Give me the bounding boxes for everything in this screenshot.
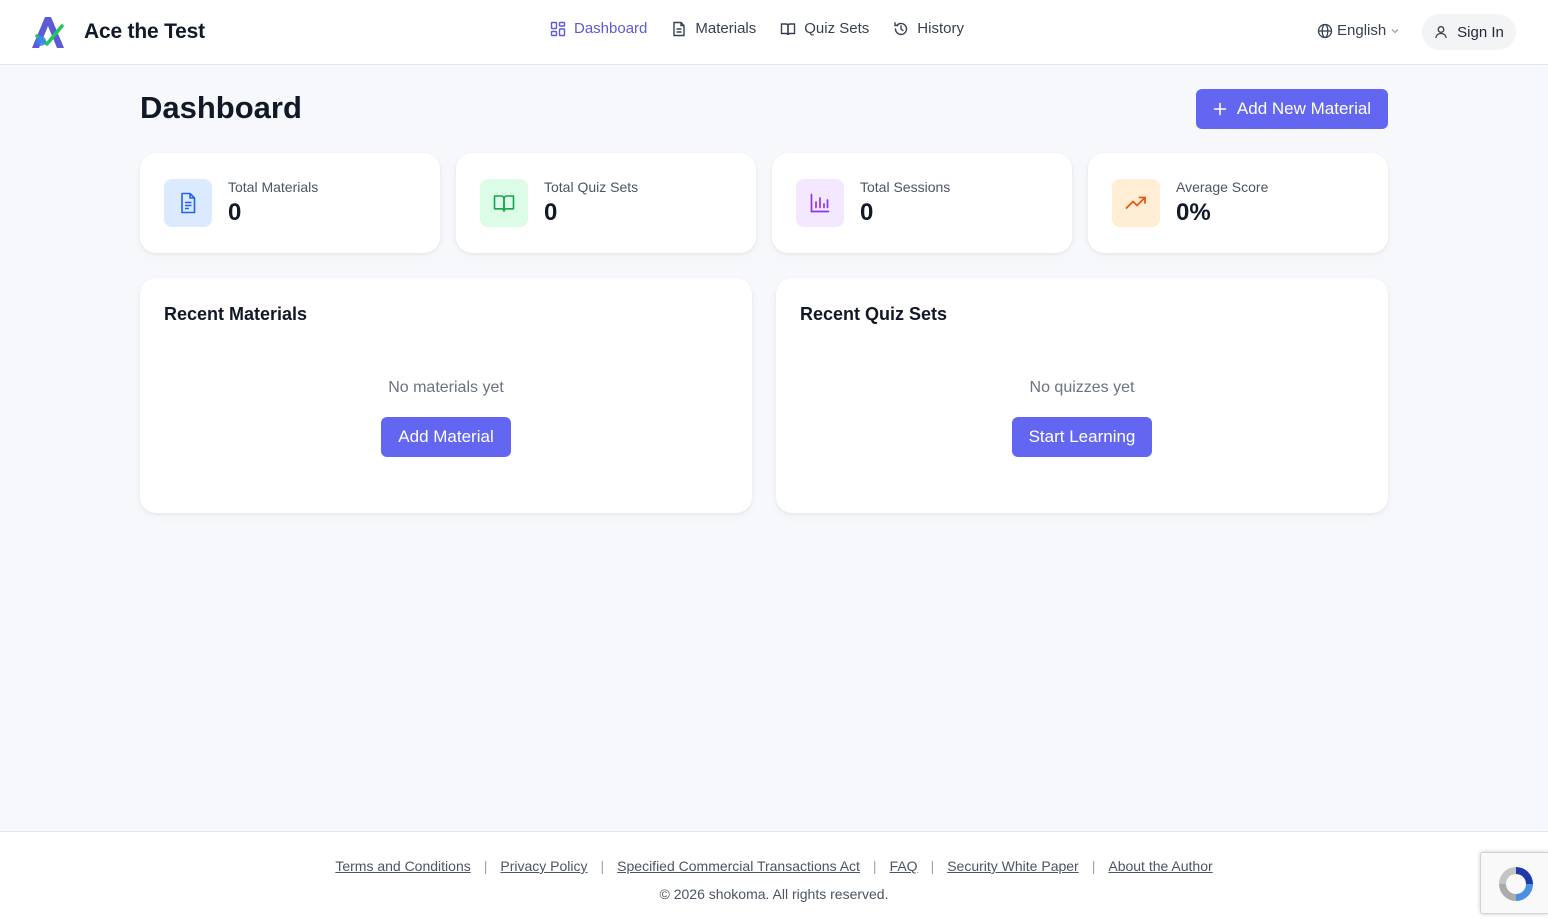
footer-link-faq[interactable]: FAQ xyxy=(890,858,918,874)
footer-link-about-author[interactable]: About the Author xyxy=(1108,858,1212,874)
add-new-material-button[interactable]: Add New Material xyxy=(1196,89,1388,129)
stat-value: 0 xyxy=(228,199,242,226)
language-selector[interactable]: English xyxy=(1317,22,1400,39)
dashboard-grid-icon xyxy=(550,21,566,36)
stat-label: Total Sessions xyxy=(860,179,951,195)
stat-card-total-materials: Total Materials 0 xyxy=(140,153,440,253)
sign-in-label: Sign In xyxy=(1457,23,1504,41)
history-icon xyxy=(894,21,908,35)
nav-materials-label: Materials xyxy=(695,20,757,37)
recaptcha-badge[interactable] xyxy=(1480,852,1548,914)
footer-separator: | xyxy=(483,858,488,874)
footer-link-commercial-transactions[interactable]: Specified Commercial Transactions Act xyxy=(617,858,860,874)
nav-dashboard-label: Dashboard xyxy=(574,20,648,37)
recaptcha-icon xyxy=(1499,867,1533,901)
stat-icon-box xyxy=(1112,179,1160,227)
nav-materials[interactable]: Materials xyxy=(671,20,756,37)
stat-label: Total Materials xyxy=(228,179,319,195)
bar-chart-icon xyxy=(810,193,830,213)
footer-links: Terms and Conditions | Privacy Policy | … xyxy=(0,858,1548,874)
stat-icon-box xyxy=(796,179,844,227)
recent-materials-panel: Recent Materials No materials yet Add Ma… xyxy=(140,278,752,513)
recent-quiz-sets-title: Recent Quiz Sets xyxy=(800,304,948,324)
chevron-down-icon xyxy=(1391,28,1399,33)
stat-value: 0 xyxy=(860,199,874,226)
footer-separator: | xyxy=(930,858,935,874)
stat-card-total-sessions: Total Sessions 0 xyxy=(772,153,1072,253)
document-icon xyxy=(181,192,196,214)
add-new-material-label: Add New Material xyxy=(1236,99,1372,118)
book-icon xyxy=(781,22,796,35)
nav-quiz-sets[interactable]: Quiz Sets xyxy=(780,20,869,37)
recent-quiz-sets-empty-text: No quizzes yet xyxy=(1029,379,1135,396)
main-nav: Dashboard Materials Quiz Sets History xyxy=(550,20,988,37)
trending-up-icon xyxy=(1125,196,1146,209)
language-label: English xyxy=(1337,22,1387,39)
nav-history-label: History xyxy=(917,20,964,37)
app-logo-icon xyxy=(32,17,64,48)
stat-card-average-score: Average Score 0% xyxy=(1088,153,1388,253)
app-name: Ace the Test xyxy=(84,20,205,43)
top-navbar: Ace the Test Dashboard Materials Quiz Se… xyxy=(0,0,1548,65)
stat-icon-box xyxy=(164,179,212,227)
stat-card-total-quiz-sets: Total Quiz Sets 0 xyxy=(456,153,756,253)
start-learning-button[interactable]: Start Learning xyxy=(1012,417,1152,457)
document-icon xyxy=(673,21,686,36)
page-title: Dashboard xyxy=(140,90,302,125)
nav-history[interactable]: History xyxy=(893,20,964,37)
recent-materials-title: Recent Materials xyxy=(164,304,308,324)
nav-dashboard[interactable]: Dashboard xyxy=(550,20,647,37)
footer-separator: | xyxy=(1091,858,1096,874)
recent-materials-empty-text: No materials yet xyxy=(388,379,504,396)
footer-separator: | xyxy=(872,858,877,874)
stat-icon-box xyxy=(480,179,528,227)
copyright-text: © 2026 shokoma. All rights reserved. xyxy=(659,886,889,902)
brand[interactable]: Ace the Test xyxy=(28,14,205,50)
footer-separator: | xyxy=(600,858,605,874)
footer: Terms and Conditions | Privacy Policy | … xyxy=(0,831,1548,922)
footer-link-security-white-paper[interactable]: Security White Paper xyxy=(947,858,1079,874)
footer-link-privacy[interactable]: Privacy Policy xyxy=(500,858,587,874)
plus-icon xyxy=(1213,102,1227,116)
stat-label: Average Score xyxy=(1176,179,1269,195)
book-icon xyxy=(493,195,515,212)
add-material-button[interactable]: Add Material xyxy=(381,417,511,457)
sign-in-button[interactable]: Sign In xyxy=(1422,14,1516,50)
footer-link-terms[interactable]: Terms and Conditions xyxy=(335,858,470,874)
globe-icon xyxy=(1317,23,1333,38)
user-icon xyxy=(1435,26,1447,39)
nav-quiz-sets-label: Quiz Sets xyxy=(804,20,870,37)
recent-quiz-sets-panel: Recent Quiz Sets No quizzes yet Start Le… xyxy=(776,278,1388,513)
stat-label: Total Quiz Sets xyxy=(544,179,639,195)
stat-value: 0 xyxy=(544,199,558,226)
stat-value: 0% xyxy=(1176,199,1211,226)
